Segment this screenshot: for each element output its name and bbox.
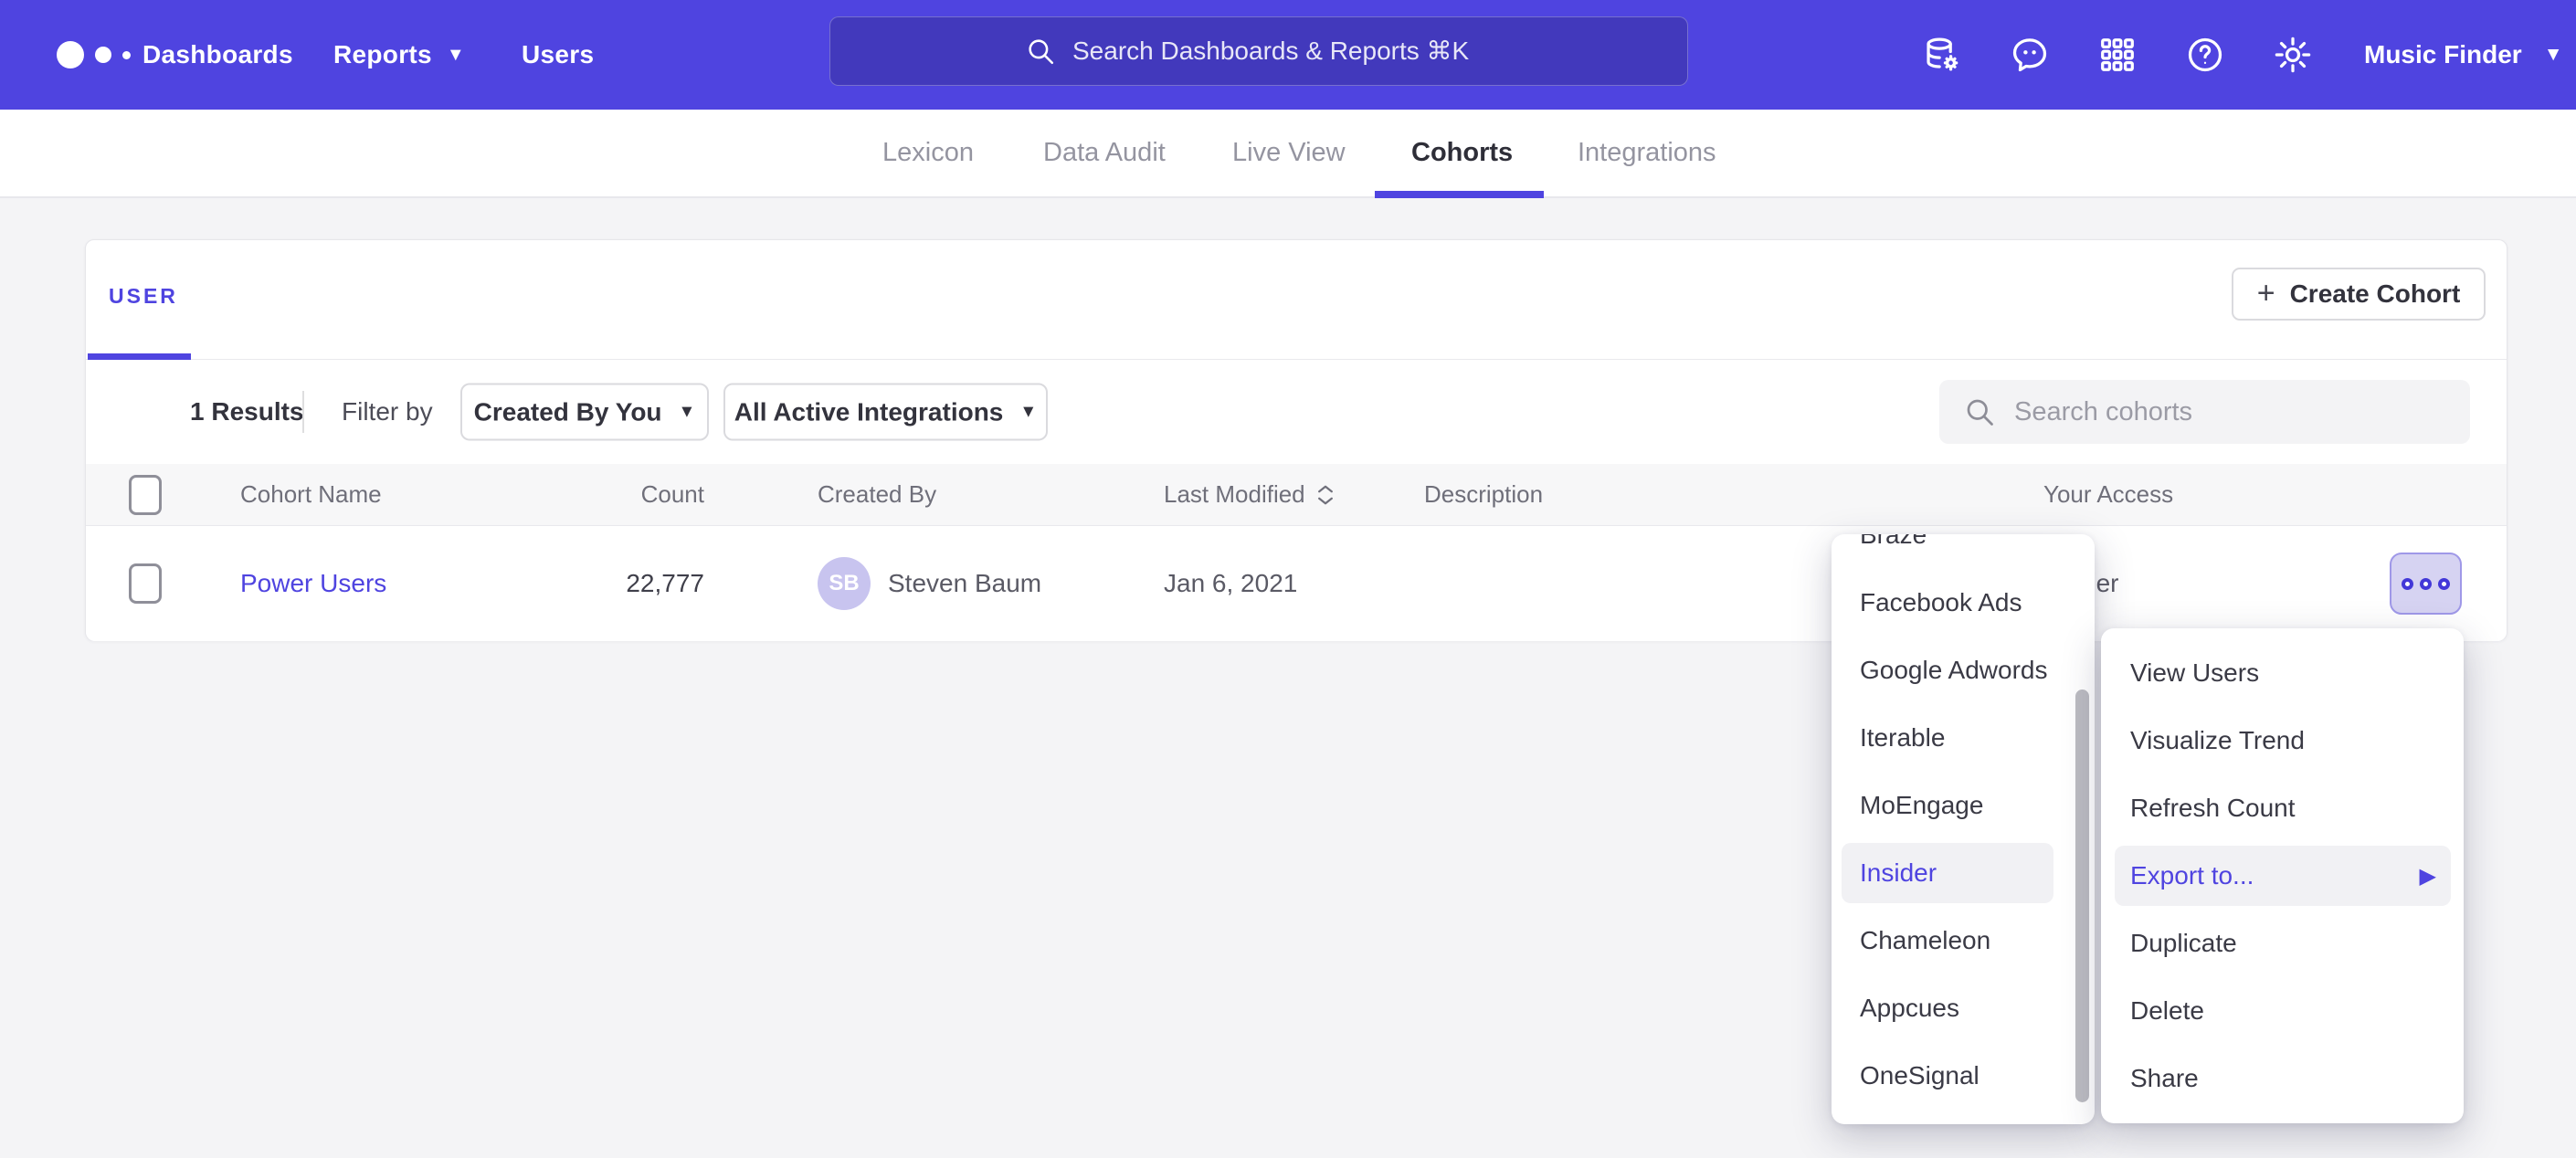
create-cohort-button[interactable]: + Create Cohort (2232, 268, 2486, 321)
search-icon (1963, 395, 1996, 428)
column-header-last-modified[interactable]: Last Modified (1164, 464, 1424, 525)
chevron-down-icon: ▼ (1019, 402, 1037, 422)
column-header-description[interactable]: Description (1424, 464, 2043, 525)
row-actions-button[interactable] (2390, 553, 2462, 615)
cohorts-panel: USER + Create Cohort 1 Results Filter by… (85, 239, 2507, 641)
plus-icon: + (2257, 278, 2275, 309)
menu-item-export-to[interactable]: Export to... ▶ (2101, 842, 2464, 910)
messages-icon[interactable] (2002, 0, 2057, 110)
divider (302, 391, 304, 433)
nav-item-label: Users (522, 40, 594, 69)
project-name: Music Finder (2364, 40, 2522, 69)
submenu-scrollbar[interactable] (2075, 690, 2089, 1102)
help-icon[interactable] (2178, 0, 2233, 110)
cohort-table-row[interactable]: Power Users 22,777 SB Steven Baum Jan 6,… (86, 526, 2507, 641)
nav-item-label: Dashboards (143, 40, 293, 69)
menu-item-insider[interactable]: Insider (1832, 839, 2095, 907)
menu-item-refresh-count[interactable]: Refresh Count (2101, 774, 2464, 842)
menu-item-view-users[interactable]: View Users (2101, 639, 2464, 707)
column-header-count[interactable]: Count (551, 464, 704, 525)
nav-item-label: Reports (333, 40, 432, 69)
row-context-menu: View Users Visualize Trend Refresh Count… (2101, 628, 2464, 1123)
results-count: 1 Results (190, 397, 304, 426)
apps-grid-icon[interactable] (2090, 0, 2145, 110)
chevron-down-icon: ▼ (679, 402, 696, 422)
nav-item-dashboards[interactable]: Dashboards (143, 0, 293, 110)
global-search-input[interactable] (1072, 37, 1493, 66)
menu-item-visualize-trend[interactable]: Visualize Trend (2101, 707, 2464, 774)
section-tabs-bar: Lexicon Data Audit Live View Cohorts Int… (0, 110, 2576, 198)
integrations-filter-dropdown[interactable]: All Active Integrations ▼ (723, 384, 1048, 441)
chevron-down-icon: ▼ (447, 45, 465, 66)
tab-lexicon[interactable]: Lexicon (882, 110, 974, 196)
menu-item-appcues[interactable]: Appcues (1832, 974, 2095, 1042)
menu-item-chameleon[interactable]: Chameleon (1832, 907, 2095, 974)
tab-data-audit[interactable]: Data Audit (1043, 110, 1166, 196)
cohort-count: 22,777 (626, 569, 704, 598)
top-navigation-bar: Dashboards Reports ▼ Users (0, 0, 2576, 110)
tab-user-cohorts[interactable]: USER (109, 284, 178, 309)
dot-icon (2438, 578, 2450, 590)
search-icon (1025, 36, 1056, 67)
export-destination-list: Braze Facebook Ads Google Adwords Iterab… (1832, 534, 2095, 1110)
menu-item-braze[interactable]: Braze (1832, 534, 2095, 569)
nav-item-users[interactable]: Users (522, 0, 594, 110)
submenu-arrow-icon: ▶ (2420, 863, 2436, 890)
menu-item-moengage[interactable]: MoEngage (1832, 772, 2095, 839)
dot-icon (2420, 578, 2432, 590)
menu-item-duplicate[interactable]: Duplicate (2101, 910, 2464, 977)
menu-item-google-adwords[interactable]: Google Adwords (1832, 637, 2095, 704)
mixpanel-logo-icon[interactable] (57, 0, 131, 110)
menu-item-onesignal[interactable]: OneSignal (1832, 1042, 2095, 1110)
nav-item-reports[interactable]: Reports ▼ (333, 0, 465, 110)
created-by-filter-dropdown[interactable]: Created By You ▼ (460, 384, 709, 441)
cohort-search-input[interactable] (2014, 397, 2416, 427)
column-header-created-by[interactable]: Created By (704, 464, 1164, 525)
cohort-name-link[interactable]: Power Users (240, 569, 386, 598)
select-all-checkbox[interactable] (129, 475, 162, 515)
chevron-down-icon: ▼ (2544, 44, 2563, 66)
row-checkbox[interactable] (129, 563, 162, 604)
filter-toolbar: 1 Results Filter by Created By You ▼ All… (86, 360, 2507, 464)
tab-integrations[interactable]: Integrations (1578, 110, 1716, 196)
export-destinations-submenu: Braze Facebook Ads Google Adwords Iterab… (1832, 534, 2095, 1124)
active-type-indicator (88, 353, 191, 360)
settings-icon[interactable] (2265, 0, 2320, 110)
data-management-icon[interactable] (1915, 0, 1969, 110)
sort-icon[interactable] (1316, 484, 1335, 506)
filter-by-label: Filter by (342, 397, 433, 426)
active-tab-indicator (1375, 191, 1544, 198)
menu-item-delete[interactable]: Delete (2101, 977, 2464, 1045)
project-switcher[interactable]: Music Finder ▼ (2364, 0, 2563, 110)
dot-icon (2402, 578, 2413, 590)
column-header-cohort-name[interactable]: Cohort Name (240, 464, 551, 525)
creator-name: Steven Baum (888, 569, 1041, 598)
creator-avatar: SB (818, 557, 871, 610)
table-header-row: Cohort Name Count Created By Last Modifi… (86, 464, 2507, 526)
tab-live-view[interactable]: Live View (1232, 110, 1346, 196)
menu-item-facebook-ads[interactable]: Facebook Ads (1832, 569, 2095, 637)
column-header-your-access[interactable]: Your Access (2043, 464, 2507, 525)
tab-cohorts[interactable]: Cohorts (1411, 110, 1513, 196)
cohort-type-tabs: USER + Create Cohort (86, 240, 2507, 360)
menu-item-share[interactable]: Share (2101, 1045, 2464, 1112)
last-modified-date: Jan 6, 2021 (1164, 569, 1297, 598)
cohort-search-bar[interactable] (1939, 380, 2470, 444)
global-search-bar[interactable] (829, 16, 1688, 86)
menu-item-iterable[interactable]: Iterable (1832, 704, 2095, 772)
